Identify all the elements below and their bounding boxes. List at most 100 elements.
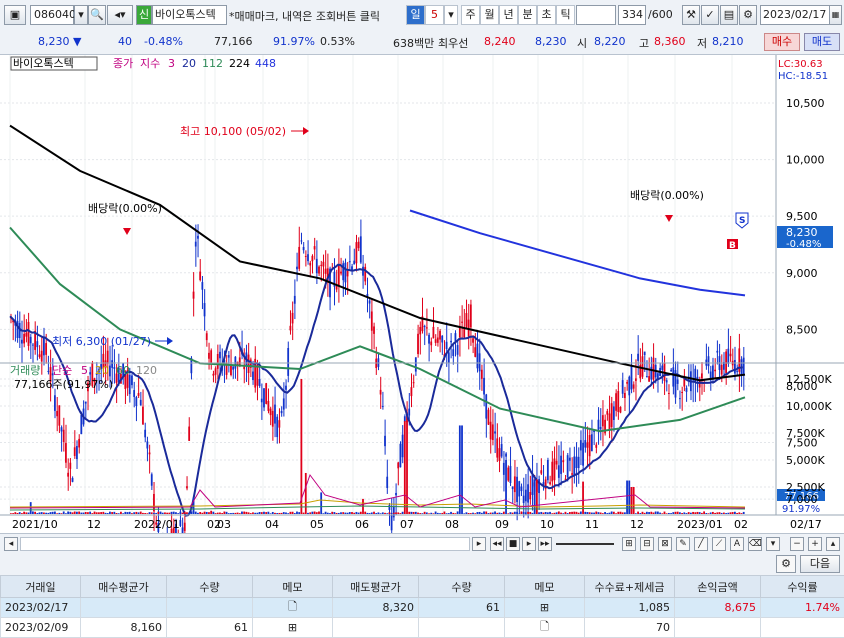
memo-add-icon[interactable]: ⊞ <box>505 598 585 618</box>
volume-axis-label: 7,500K <box>786 427 825 440</box>
cell-sell-qty: 61 <box>419 598 505 618</box>
col-buy-memo: 메모 <box>253 576 333 598</box>
gear-icon[interactable]: ⚙ <box>739 5 757 25</box>
period-count[interactable]: 5 <box>425 5 444 25</box>
trend-icon[interactable]: ⟋ <box>712 537 726 551</box>
chart-area[interactable]: 8,230 -0.48% 77,166 91.97% LC:30.63 HC:-… <box>0 55 844 533</box>
price-axis-label: 7,000 <box>786 493 818 506</box>
tick-unit-select[interactable] <box>576 5 616 25</box>
forward-icon[interactable]: ▸▸ <box>538 537 552 551</box>
x-axis-end: 02/17 <box>790 518 822 531</box>
period-minute[interactable]: 분 <box>518 5 537 25</box>
legend-ma-224: 224 <box>229 57 250 70</box>
sell-marker[interactable]: S <box>739 216 745 226</box>
zoom-in-icon[interactable]: + <box>808 537 822 551</box>
trade-amount: 638백만 <box>393 35 434 51</box>
change-rate: -0.48% <box>144 35 183 48</box>
stock-name: 바이오톡스텍 <box>152 5 227 25</box>
volume-axis-label: 12,500K <box>786 373 832 386</box>
x-axis-label: 2023/01 <box>677 518 723 531</box>
fit-icon[interactable]: ⊟ <box>640 537 654 551</box>
price-axis-label: 9,000 <box>786 267 818 280</box>
rewind-icon[interactable]: ◂◂ <box>490 537 504 551</box>
cell-return: 1.74% <box>761 598 844 618</box>
layout-icon[interactable]: ▣ <box>4 5 26 25</box>
cursor-icon[interactable]: ⊠ <box>658 537 672 551</box>
chart-scrollbar[interactable]: ◂ ▸ ◂◂ ■ ▸ ▸▸ ⊞ ⊟ ⊠ ✎ ╱ ⟋ A ⌫ ▾ − + ▴ <box>0 533 844 555</box>
x-axis-label: 10 <box>540 518 554 531</box>
col-trade-date: 거래일 <box>1 576 81 598</box>
count-input[interactable]: 334 <box>618 5 646 25</box>
scroll-left-icon[interactable]: ◂ <box>4 537 18 551</box>
volume-legend-type: 단순 <box>52 364 72 377</box>
zoom-box-icon[interactable]: ⊞ <box>622 537 636 551</box>
x-axis-label: 02 <box>734 518 748 531</box>
next-button[interactable]: 다음 <box>800 555 840 573</box>
cell-profit: 8,675 <box>675 598 761 618</box>
period-month[interactable]: 월 <box>480 5 499 25</box>
tool-icon[interactable]: ⚒ <box>682 5 700 25</box>
x-axis-label: 2021/10 <box>12 518 58 531</box>
text-icon[interactable]: A <box>730 537 744 551</box>
calendar-icon[interactable]: ▦ <box>829 5 842 25</box>
memo-empty-icon[interactable]: 🗋 <box>253 598 333 618</box>
dividend-annotation-2: 배당락(0.00%) <box>630 189 704 202</box>
sell-button[interactable]: 매도 <box>804 33 840 51</box>
stock-code-input[interactable]: 086040 <box>30 5 74 25</box>
save-icon[interactable]: ▤ <box>720 5 738 25</box>
period-week[interactable]: 주 <box>461 5 480 25</box>
speaker-icon[interactable]: ◂▾ <box>107 5 133 25</box>
col-sell-avg: 매도평균가 <box>333 576 419 598</box>
lc-label: LC:30.63 <box>778 59 823 70</box>
best-ask-label: 최우선 <box>438 35 468 51</box>
more-tools-icon[interactable]: ▾ <box>766 537 780 551</box>
period-dropdown-icon[interactable]: ▾ <box>444 5 458 25</box>
scroll-right-icon[interactable]: ▸ <box>472 537 486 551</box>
price-axis-label: 9,500 <box>786 210 818 223</box>
check-icon[interactable]: ✓ <box>701 5 719 25</box>
scroll-track[interactable] <box>20 537 470 551</box>
search-icon[interactable]: 🔍 <box>88 5 106 25</box>
col-fee: 수수료+제세금 <box>585 576 675 598</box>
speed-slider[interactable] <box>556 543 614 545</box>
buy-button[interactable]: 매수 <box>764 33 800 51</box>
period-second[interactable]: 초 <box>537 5 556 25</box>
zoom-out-icon[interactable]: − <box>790 537 804 551</box>
cell-buy-avg <box>81 598 167 618</box>
cell-sell-avg: 8,320 <box>333 598 419 618</box>
play-icon[interactable]: ▸ <box>522 537 536 551</box>
trade-history-table: 거래일 매수평균가 수량 메모 매도평균가 수량 메모 수수료+제세금 손익금액… <box>0 575 844 635</box>
best-bid: 8,230 <box>535 35 567 48</box>
toolbar: ▣ 086040 ▾ 🔍 ◂▾ 신 바이오톡스텍 *매매마크, 내역은 조회버튼… <box>0 0 844 31</box>
volume-legend-name: 거래량 <box>10 364 40 377</box>
code-dropdown-icon[interactable]: ▾ <box>74 5 88 25</box>
draw-icon[interactable]: ✎ <box>676 537 690 551</box>
legend-type: 종가 <box>113 57 133 70</box>
x-axis-label: 05 <box>310 518 324 531</box>
period-year[interactable]: 년 <box>499 5 518 25</box>
legend-ma-3: 3 <box>168 57 175 70</box>
table-row[interactable]: 2023/02/17 🗋 8,320 61 ⊞ 1,085 8,675 1.74… <box>1 598 844 618</box>
buy-marker[interactable]: B <box>729 241 736 251</box>
hc-label: HC:-18.51 <box>778 71 828 82</box>
date-input[interactable]: 2023/02/17 <box>760 5 830 25</box>
erase-icon[interactable]: ⌫ <box>748 537 762 551</box>
stop-icon[interactable]: ■ <box>506 537 520 551</box>
col-sell-qty: 수량 <box>419 576 505 598</box>
volume-ma-20: 20 <box>95 364 109 377</box>
trade-toolbar: ⚙ 다음 <box>0 553 844 575</box>
fullscreen-icon[interactable]: ▴ <box>826 537 840 551</box>
legend-ma-448: 448 <box>255 57 276 70</box>
high-annotation: 최고 10,100 (05/02) <box>180 125 286 138</box>
x-axis-label: 12 <box>630 518 644 531</box>
best-ask: 8,240 <box>484 35 516 48</box>
high-price: 8,360 <box>654 35 686 48</box>
price-axis-label: 8,500 <box>786 323 818 336</box>
price-chart[interactable]: 8,230 -0.48% 77,166 91.97% LC:30.63 HC:-… <box>0 55 844 533</box>
x-axis-label: 08 <box>445 518 459 531</box>
settings-gear-icon[interactable]: ⚙ <box>776 555 796 573</box>
x-axis-label: 06 <box>355 518 369 531</box>
period-tick[interactable]: 틱 <box>556 5 575 25</box>
period-day[interactable]: 일 <box>406 5 425 25</box>
line-icon[interactable]: ╱ <box>694 537 708 551</box>
